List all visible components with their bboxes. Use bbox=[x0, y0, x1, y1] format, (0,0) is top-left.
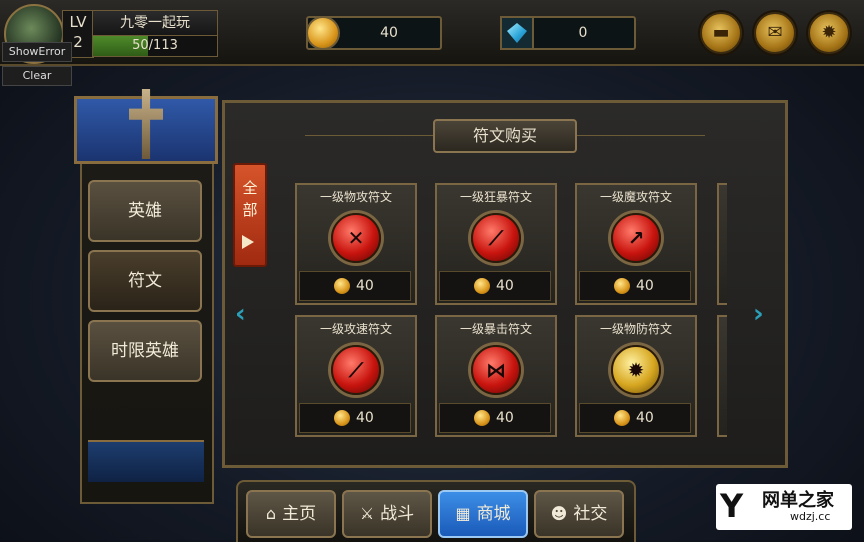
rune-price: 40 bbox=[636, 278, 654, 294]
next-page-arrow-icon[interactable]: › bbox=[753, 299, 764, 329]
rune-orb-icon: ⟋ bbox=[471, 213, 521, 263]
mail-button[interactable]: ✉ bbox=[754, 12, 796, 54]
rune-orb-icon: ↗ bbox=[611, 213, 661, 263]
coin-icon bbox=[334, 278, 350, 294]
coin-icon bbox=[334, 410, 350, 426]
exp-bar: 50/113 bbox=[92, 35, 218, 57]
filter-tab-all[interactable]: 全部 bbox=[233, 163, 267, 267]
rune-card[interactable]: 一级魔攻符文 ↗ 40 bbox=[575, 183, 697, 305]
coin-icon bbox=[614, 410, 630, 426]
rune-name: 一级魔攻符文 bbox=[599, 190, 672, 204]
rune-glyph: ⟋ bbox=[489, 226, 503, 250]
clear-button[interactable]: Clear bbox=[2, 66, 72, 86]
home-icon: ⌂ bbox=[265, 504, 277, 523]
nav-social[interactable]: ☻ 社交 bbox=[534, 490, 624, 538]
shop-cart-icon: ▦ bbox=[455, 504, 471, 523]
buy-price-button[interactable]: 40 bbox=[439, 403, 551, 433]
crest-banner bbox=[74, 89, 218, 164]
nav-home-label: 主页 bbox=[282, 504, 317, 524]
nav-battle-label: 战斗 bbox=[380, 504, 415, 524]
rune-name: 一级物攻符文 bbox=[319, 190, 392, 204]
rune-card[interactable]: 一级狂暴符文 ⟋ 40 bbox=[435, 183, 557, 305]
rune-name: 一级攻速符文 bbox=[319, 322, 392, 336]
rune-orb-icon: ⟋ bbox=[331, 345, 381, 395]
rune-glyph: ⟋ bbox=[349, 358, 363, 382]
rune-price: 40 bbox=[356, 278, 374, 294]
logo-domain: wdzj.cc bbox=[790, 510, 831, 523]
rune-shop-panel: 符文购买 全部 ‹ › 一级物攻符文 ✕ 40 一级狂暴符文 ⟋ 40 一级魔攻… bbox=[222, 100, 788, 468]
rune-glyph: ↗ bbox=[627, 226, 645, 250]
rune-card-partial bbox=[717, 315, 727, 437]
buy-price-button[interactable]: 40 bbox=[439, 271, 551, 301]
coin-icon bbox=[474, 278, 490, 294]
crossed-swords-icon: ⚔ bbox=[359, 504, 375, 523]
exp-text: 50/113 bbox=[132, 38, 178, 53]
nav-home[interactable]: ⌂ 主页 bbox=[246, 490, 336, 538]
logo-mark-icon: Y bbox=[720, 487, 744, 525]
buy-price-button[interactable]: 40 bbox=[299, 271, 411, 301]
level-label: LV bbox=[69, 13, 87, 31]
coin-icon bbox=[474, 410, 490, 426]
rune-glyph: ✕ bbox=[347, 226, 365, 250]
filter-tab-label: 全部 bbox=[242, 179, 258, 219]
tab-arrow-icon bbox=[242, 235, 254, 249]
rune-card[interactable]: 一级暴击符文 ⋈ 40 bbox=[435, 315, 557, 437]
buy-price-button[interactable]: 40 bbox=[299, 403, 411, 433]
rune-card[interactable]: 一级物防符文 ✹ 40 bbox=[575, 315, 697, 437]
panel-title: 符文购买 bbox=[433, 119, 577, 153]
people-icon: ☻ bbox=[550, 504, 568, 523]
buy-price-button[interactable]: 40 bbox=[579, 403, 691, 433]
watermark-logo: Y 网单之家 wdzj.cc bbox=[716, 484, 852, 530]
chat-bubble-icon: ▬ bbox=[712, 22, 730, 43]
nav-battle[interactable]: ⚔ 战斗 bbox=[342, 490, 432, 538]
side-item-heroes[interactable]: 英雄 bbox=[88, 180, 202, 242]
diamond-value: 0 bbox=[578, 25, 588, 41]
rune-price: 40 bbox=[496, 278, 514, 294]
side-item-runes[interactable]: 符文 bbox=[88, 250, 202, 312]
settings-button[interactable]: ✹ bbox=[808, 12, 850, 54]
rune-name: 一级暴击符文 bbox=[459, 322, 532, 336]
rune-orb-icon: ✕ bbox=[331, 213, 381, 263]
player-name: 九零一起玩 bbox=[92, 10, 218, 36]
coin-icon bbox=[614, 278, 630, 294]
gold-value: 40 bbox=[380, 25, 398, 41]
rune-orb-icon: ✹ bbox=[611, 345, 661, 395]
logo-text: 网单之家 bbox=[762, 490, 834, 511]
rune-price: 40 bbox=[356, 410, 374, 426]
chat-button[interactable]: ▬ bbox=[700, 12, 742, 54]
rune-glyph: ✹ bbox=[627, 358, 645, 382]
nav-shop-label: 商城 bbox=[476, 504, 511, 524]
mail-icon: ✉ bbox=[767, 22, 783, 43]
rune-glyph: ⋈ bbox=[486, 358, 506, 382]
gold-display: 40 bbox=[306, 16, 442, 50]
rune-card[interactable]: 一级物攻符文 ✕ 40 bbox=[295, 183, 417, 305]
rune-orb-icon: ⋈ bbox=[471, 345, 521, 395]
bottom-nav: ⌂ 主页 ⚔ 战斗 ▦ 商城 ☻ 社交 bbox=[236, 480, 636, 542]
rune-price: 40 bbox=[636, 410, 654, 426]
rune-name: 一级物防符文 bbox=[599, 322, 672, 336]
rune-card[interactable]: 一级攻速符文 ⟋ 40 bbox=[295, 315, 417, 437]
gear-icon: ✹ bbox=[821, 22, 837, 43]
rune-name: 一级狂暴符文 bbox=[459, 190, 532, 204]
rune-card-partial bbox=[717, 183, 727, 305]
nav-social-label: 社交 bbox=[573, 504, 608, 524]
rune-price: 40 bbox=[496, 410, 514, 426]
diamond-display: 0 bbox=[500, 16, 636, 50]
cross-emblem-icon bbox=[129, 89, 163, 159]
side-item-limited-heroes[interactable]: 时限英雄 bbox=[88, 320, 202, 382]
panel-bottom-banner bbox=[88, 440, 204, 482]
diamond-icon bbox=[500, 16, 534, 50]
show-error-button[interactable]: ShowError bbox=[2, 42, 72, 62]
gold-coin-icon bbox=[306, 16, 340, 50]
nav-shop[interactable]: ▦ 商城 bbox=[438, 490, 528, 538]
prev-page-arrow-icon[interactable]: ‹ bbox=[235, 299, 246, 329]
buy-price-button[interactable]: 40 bbox=[579, 271, 691, 301]
